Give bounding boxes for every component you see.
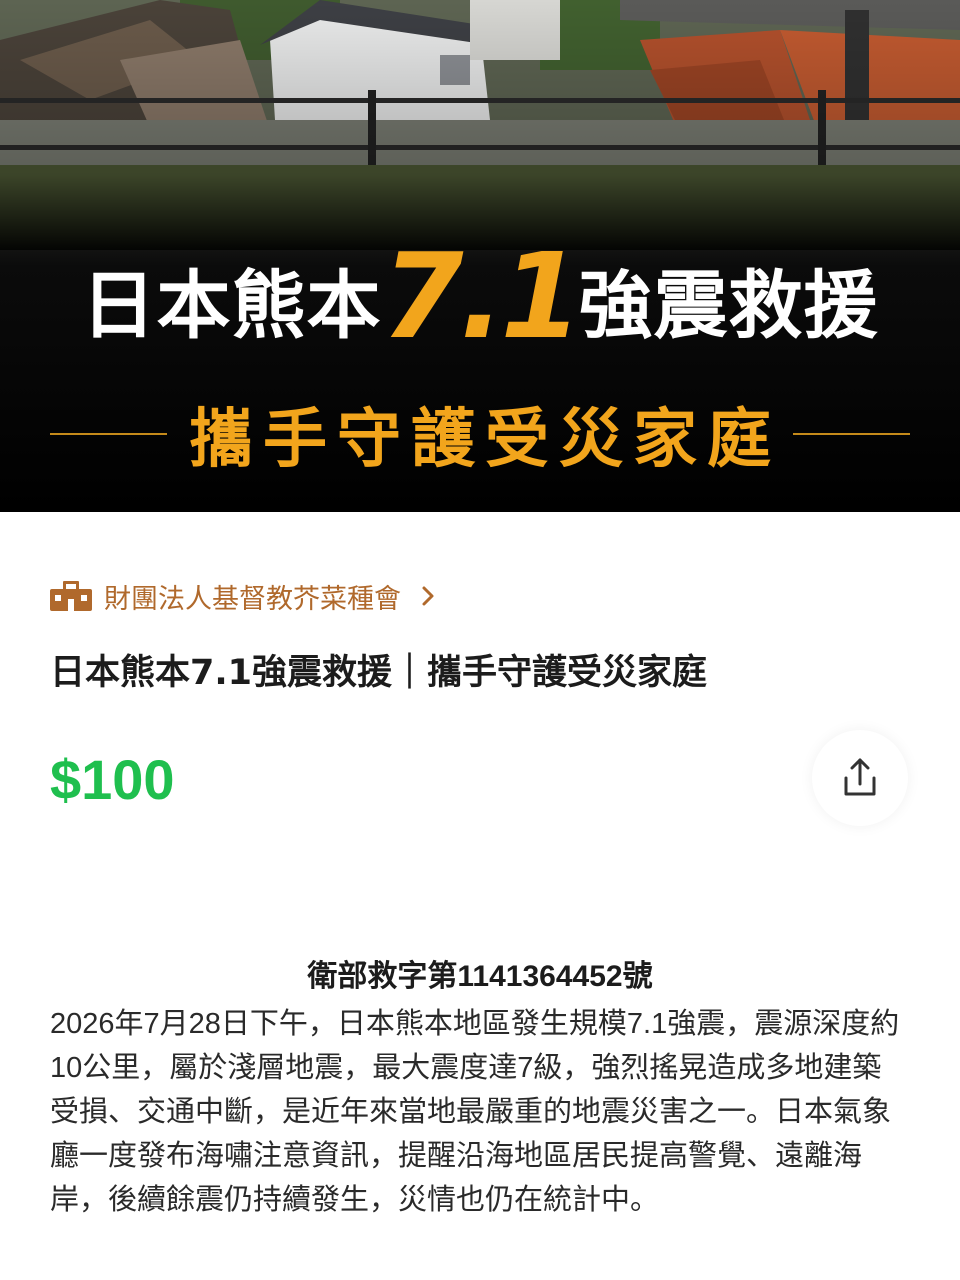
- permit-number: 衛部救字第1141364452號: [307, 960, 653, 993]
- divider-right: [793, 433, 910, 435]
- collapsed-houses-photo: [0, 0, 960, 250]
- share-button[interactable]: [812, 730, 908, 826]
- hero-title: 日本熊本7.1強震救援: [0, 236, 960, 366]
- hero-title-part2: 強震救援: [578, 263, 879, 349]
- campaign-description: 2026年7月28日下午，日本熊本地區發生規模7.1強震，震源深度約10公里，屬…: [50, 1008, 900, 1216]
- hero-subtitle: 攜手守護受災家庭: [189, 403, 781, 477]
- organization-icon: [50, 581, 92, 611]
- donation-amount: $100: [50, 748, 175, 811]
- hero-title-part1: 日本熊本: [81, 263, 382, 349]
- hero-banner: 日本熊本7.1強震救援 攜手守護受災家庭: [0, 0, 960, 512]
- organization-link[interactable]: 財團法人基督教芥菜種會: [50, 574, 439, 618]
- hero-title-magnitude: 7.1: [381, 227, 582, 365]
- share-icon: [844, 758, 876, 796]
- hero-subtitle-row: 攜手守護受災家庭: [50, 394, 910, 477]
- organization-name: 財團法人基督教芥菜種會: [104, 583, 401, 614]
- divider-left: [50, 433, 167, 435]
- chevron-right-icon: [417, 585, 439, 607]
- campaign-title: 日本熊本7.1強震救援｜攜手守護受災家庭: [50, 653, 708, 693]
